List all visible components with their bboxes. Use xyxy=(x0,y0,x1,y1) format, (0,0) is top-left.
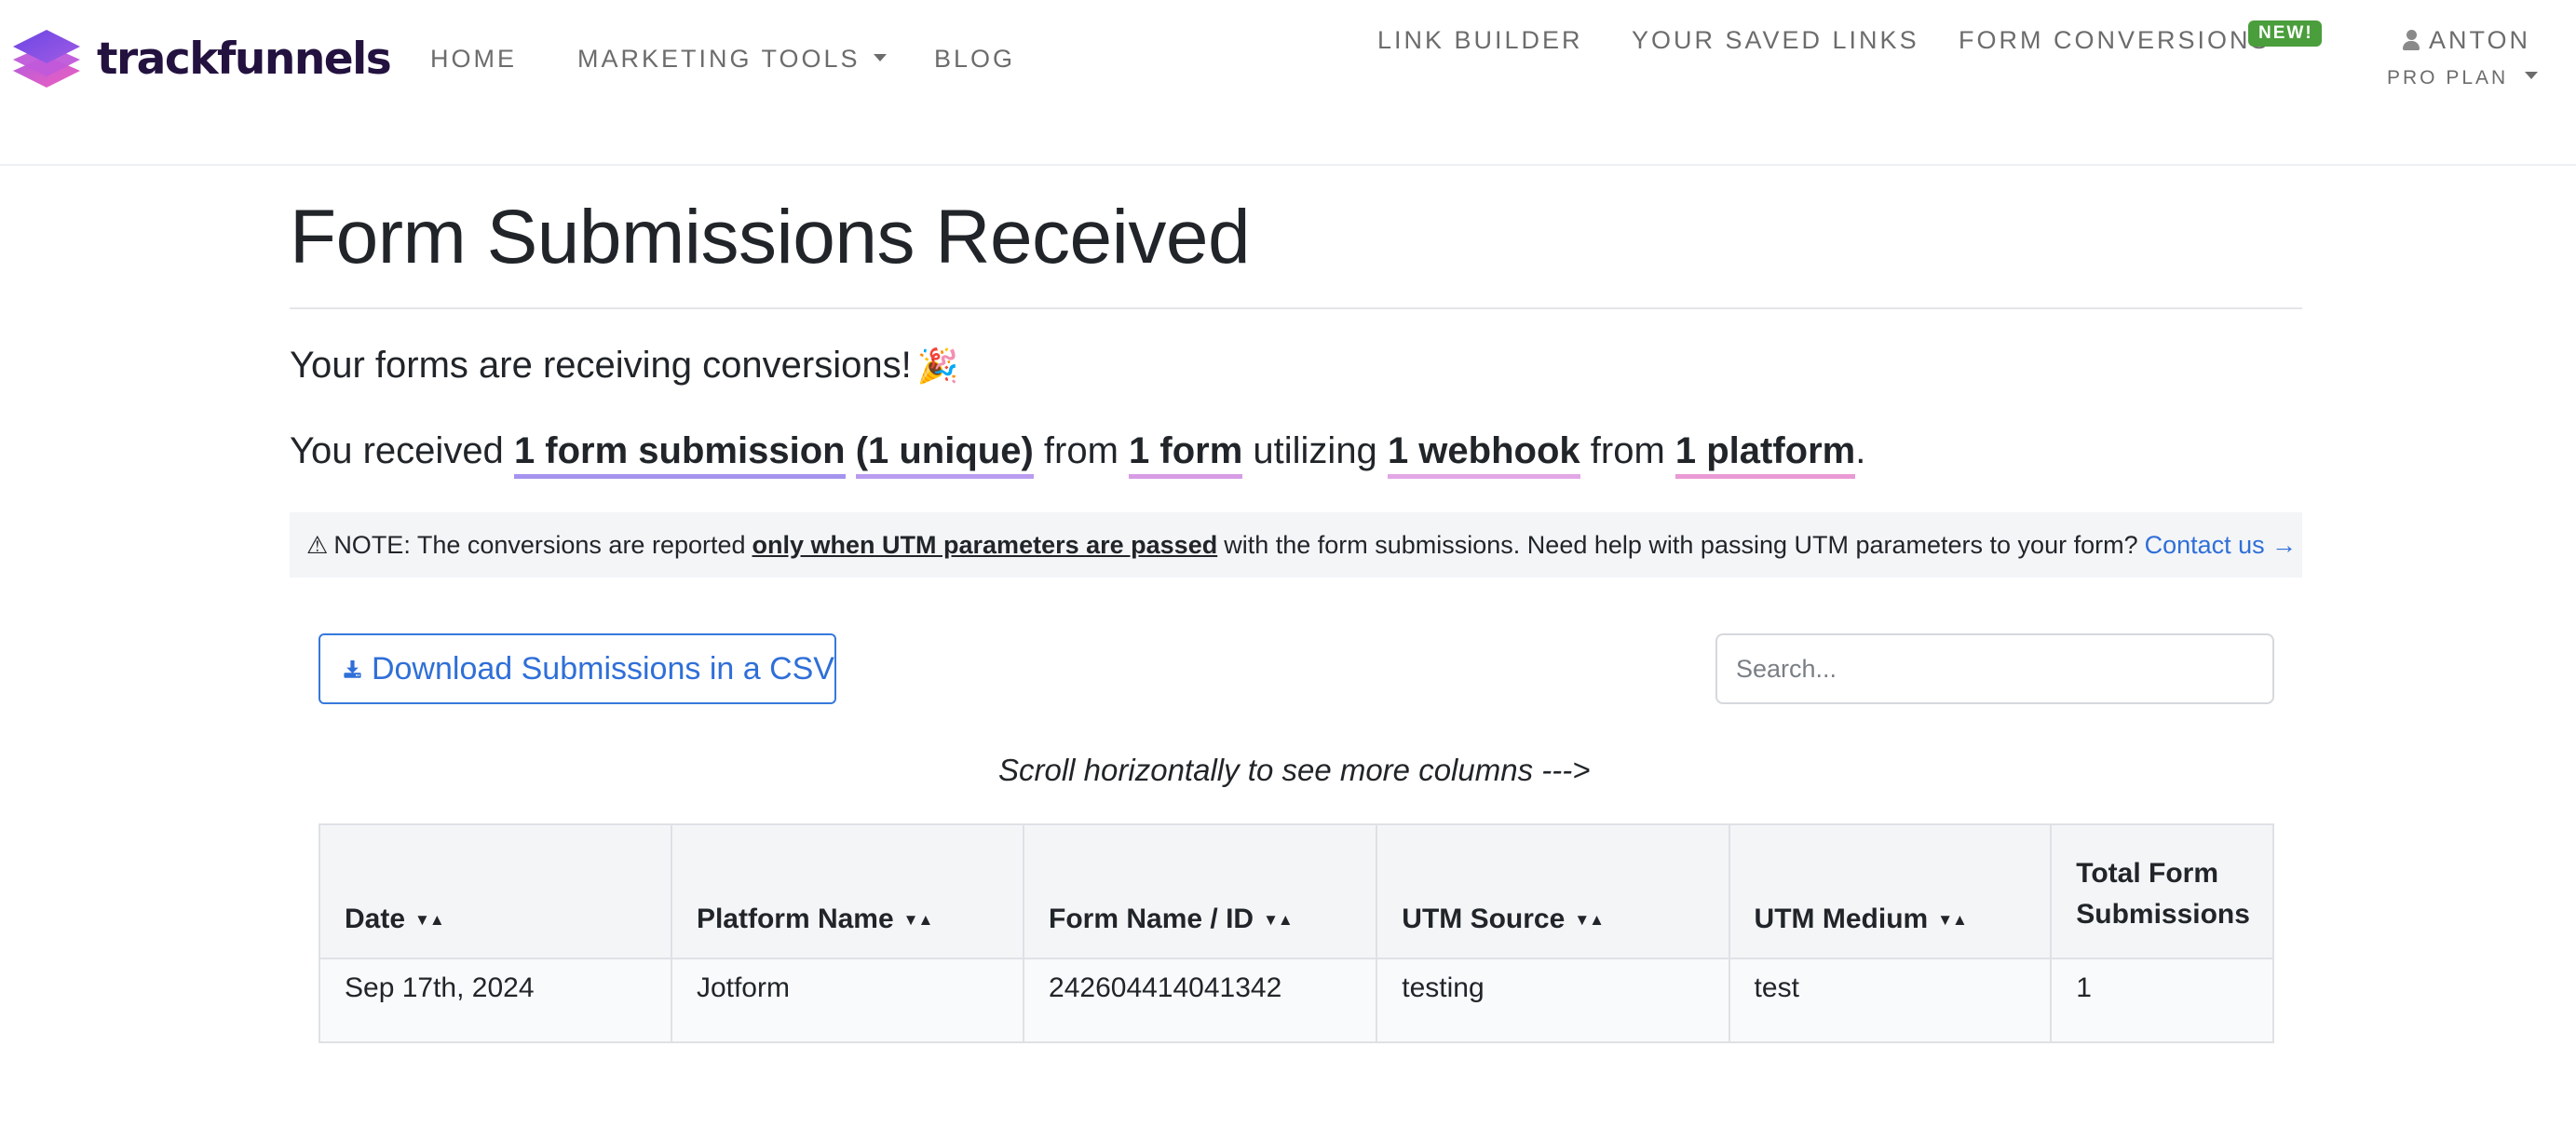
nav-marketing-tools-label: MARKETING TOOLS xyxy=(577,45,861,73)
summary-part: from xyxy=(1043,430,1119,471)
column-header-utm-medium[interactable]: UTM Medium ▼▲ xyxy=(1728,823,2053,959)
brand-name: trackfunnels xyxy=(97,33,392,85)
column-header-utm-source[interactable]: UTM Source ▼▲ xyxy=(1376,823,1730,959)
page-title: Form Submissions Received xyxy=(290,195,1251,279)
sort-icon: ▼▲ xyxy=(414,911,445,929)
cell-utm-source: testing xyxy=(1376,958,1730,1043)
forms-count: 1 form xyxy=(1129,430,1243,479)
layers-logo-icon xyxy=(13,30,80,88)
column-header-date[interactable]: Date ▼▲ xyxy=(319,823,672,959)
download-csv-label: Download Submissions in a CSV xyxy=(371,650,834,687)
utm-note: ⚠ NOTE: The conversions are reported onl… xyxy=(290,512,2302,578)
column-header-label: Platform Name xyxy=(696,904,894,934)
chevron-down-icon xyxy=(2525,72,2539,80)
column-header-label: Total Form xyxy=(2076,858,2219,889)
note-prefix: NOTE: The conversions are reported xyxy=(333,530,746,559)
column-header-label: Date xyxy=(345,904,406,934)
nav-marketing-tools[interactable]: MARKETING TOOLS xyxy=(577,45,887,74)
divider xyxy=(290,307,2302,309)
sort-icon: ▼▲ xyxy=(1263,911,1294,929)
submissions-table: Date ▼▲ Platform Name ▼▲ Form Name / ID ▼▲ … xyxy=(319,823,2274,1043)
cell-utm-medium: test xyxy=(1728,958,2053,1043)
summary-part: from xyxy=(1590,430,1665,471)
party-popper-icon: 🎉 xyxy=(916,347,959,385)
platforms-count: 1 platform xyxy=(1674,430,1856,479)
summary-part: utilizing xyxy=(1253,430,1377,471)
column-header-label: UTM Source xyxy=(1402,904,1566,934)
summary-text: You received 1 form submission (1 unique… xyxy=(290,430,1865,479)
brand-logo[interactable]: trackfunnels xyxy=(11,28,392,89)
column-header-label: Submissions xyxy=(2076,899,2250,930)
nav-saved-links[interactable]: YOUR SAVED LINKS xyxy=(1632,26,1919,55)
plan-dropdown[interactable]: PRO PLAN xyxy=(2387,67,2539,89)
chevron-down-icon xyxy=(873,53,887,61)
scroll-hint: Scroll horizontally to see more columns … xyxy=(998,753,1591,787)
submissions-count: 1 form submission xyxy=(513,430,846,479)
sort-icon: ▼▲ xyxy=(1937,911,1968,929)
summary-part: You received xyxy=(290,430,504,471)
warning-icon: ⚠ xyxy=(306,530,329,559)
user-name: ANTON xyxy=(2429,26,2531,54)
nav-blog[interactable]: BLOG xyxy=(934,45,1015,74)
column-header-label: UTM Medium xyxy=(1754,904,1929,934)
new-badge: NEW! xyxy=(2248,20,2322,47)
webhooks-count: 1 webhook xyxy=(1387,430,1580,479)
nav-form-conversions[interactable]: FORM CONVERSIONS xyxy=(1959,26,2271,55)
nav-link-builder[interactable]: LINK BUILDER xyxy=(1377,26,1583,55)
search-input[interactable] xyxy=(1715,633,2274,704)
column-header-label: Form Name / ID xyxy=(1049,904,1254,934)
contact-us-link[interactable]: Contact us → xyxy=(2145,531,2298,560)
plan-label: PRO PLAN xyxy=(2387,67,2509,88)
cell-total-submissions: 1 xyxy=(2050,958,2274,1043)
note-emphasis: only when UTM parameters are passed xyxy=(752,530,1218,559)
user-menu[interactable]: ANTON xyxy=(2403,26,2530,55)
cell-form-name: 242604414041342 xyxy=(1023,958,1378,1043)
summary-end: . xyxy=(1855,430,1866,471)
cell-date: Sep 17th, 2024 xyxy=(319,958,672,1043)
sort-icon: ▼▲ xyxy=(1574,911,1605,929)
table-row: Sep 17th, 2024 Jotform 242604414041342 t… xyxy=(319,958,2274,1043)
intro-text: Your forms are receiving conversions! 🎉 xyxy=(290,345,959,387)
top-navbar: trackfunnels HOME MARKETING TOOLS BLOG L… xyxy=(0,0,2576,166)
nav-home[interactable]: HOME xyxy=(430,45,517,74)
intro-message: Your forms are receiving conversions! xyxy=(290,345,912,386)
download-csv-button[interactable]: Download Submissions in a CSV xyxy=(319,633,836,704)
column-header-form-name[interactable]: Form Name / ID ▼▲ xyxy=(1023,823,1378,959)
user-icon xyxy=(2403,30,2420,50)
cell-platform-name: Jotform xyxy=(670,958,1025,1043)
sort-icon: ▼▲ xyxy=(902,911,934,929)
column-header-total-submissions[interactable]: Total Form Submissions xyxy=(2050,823,2274,959)
note-suffix: with the form submissions. Need help wit… xyxy=(1224,530,2138,559)
download-icon xyxy=(344,659,361,678)
unique-count: (1 unique) xyxy=(855,430,1034,479)
table-header-row: Date ▼▲ Platform Name ▼▲ Form Name / ID ▼▲ … xyxy=(319,823,2274,959)
column-header-platform-name[interactable]: Platform Name ▼▲ xyxy=(670,823,1025,959)
